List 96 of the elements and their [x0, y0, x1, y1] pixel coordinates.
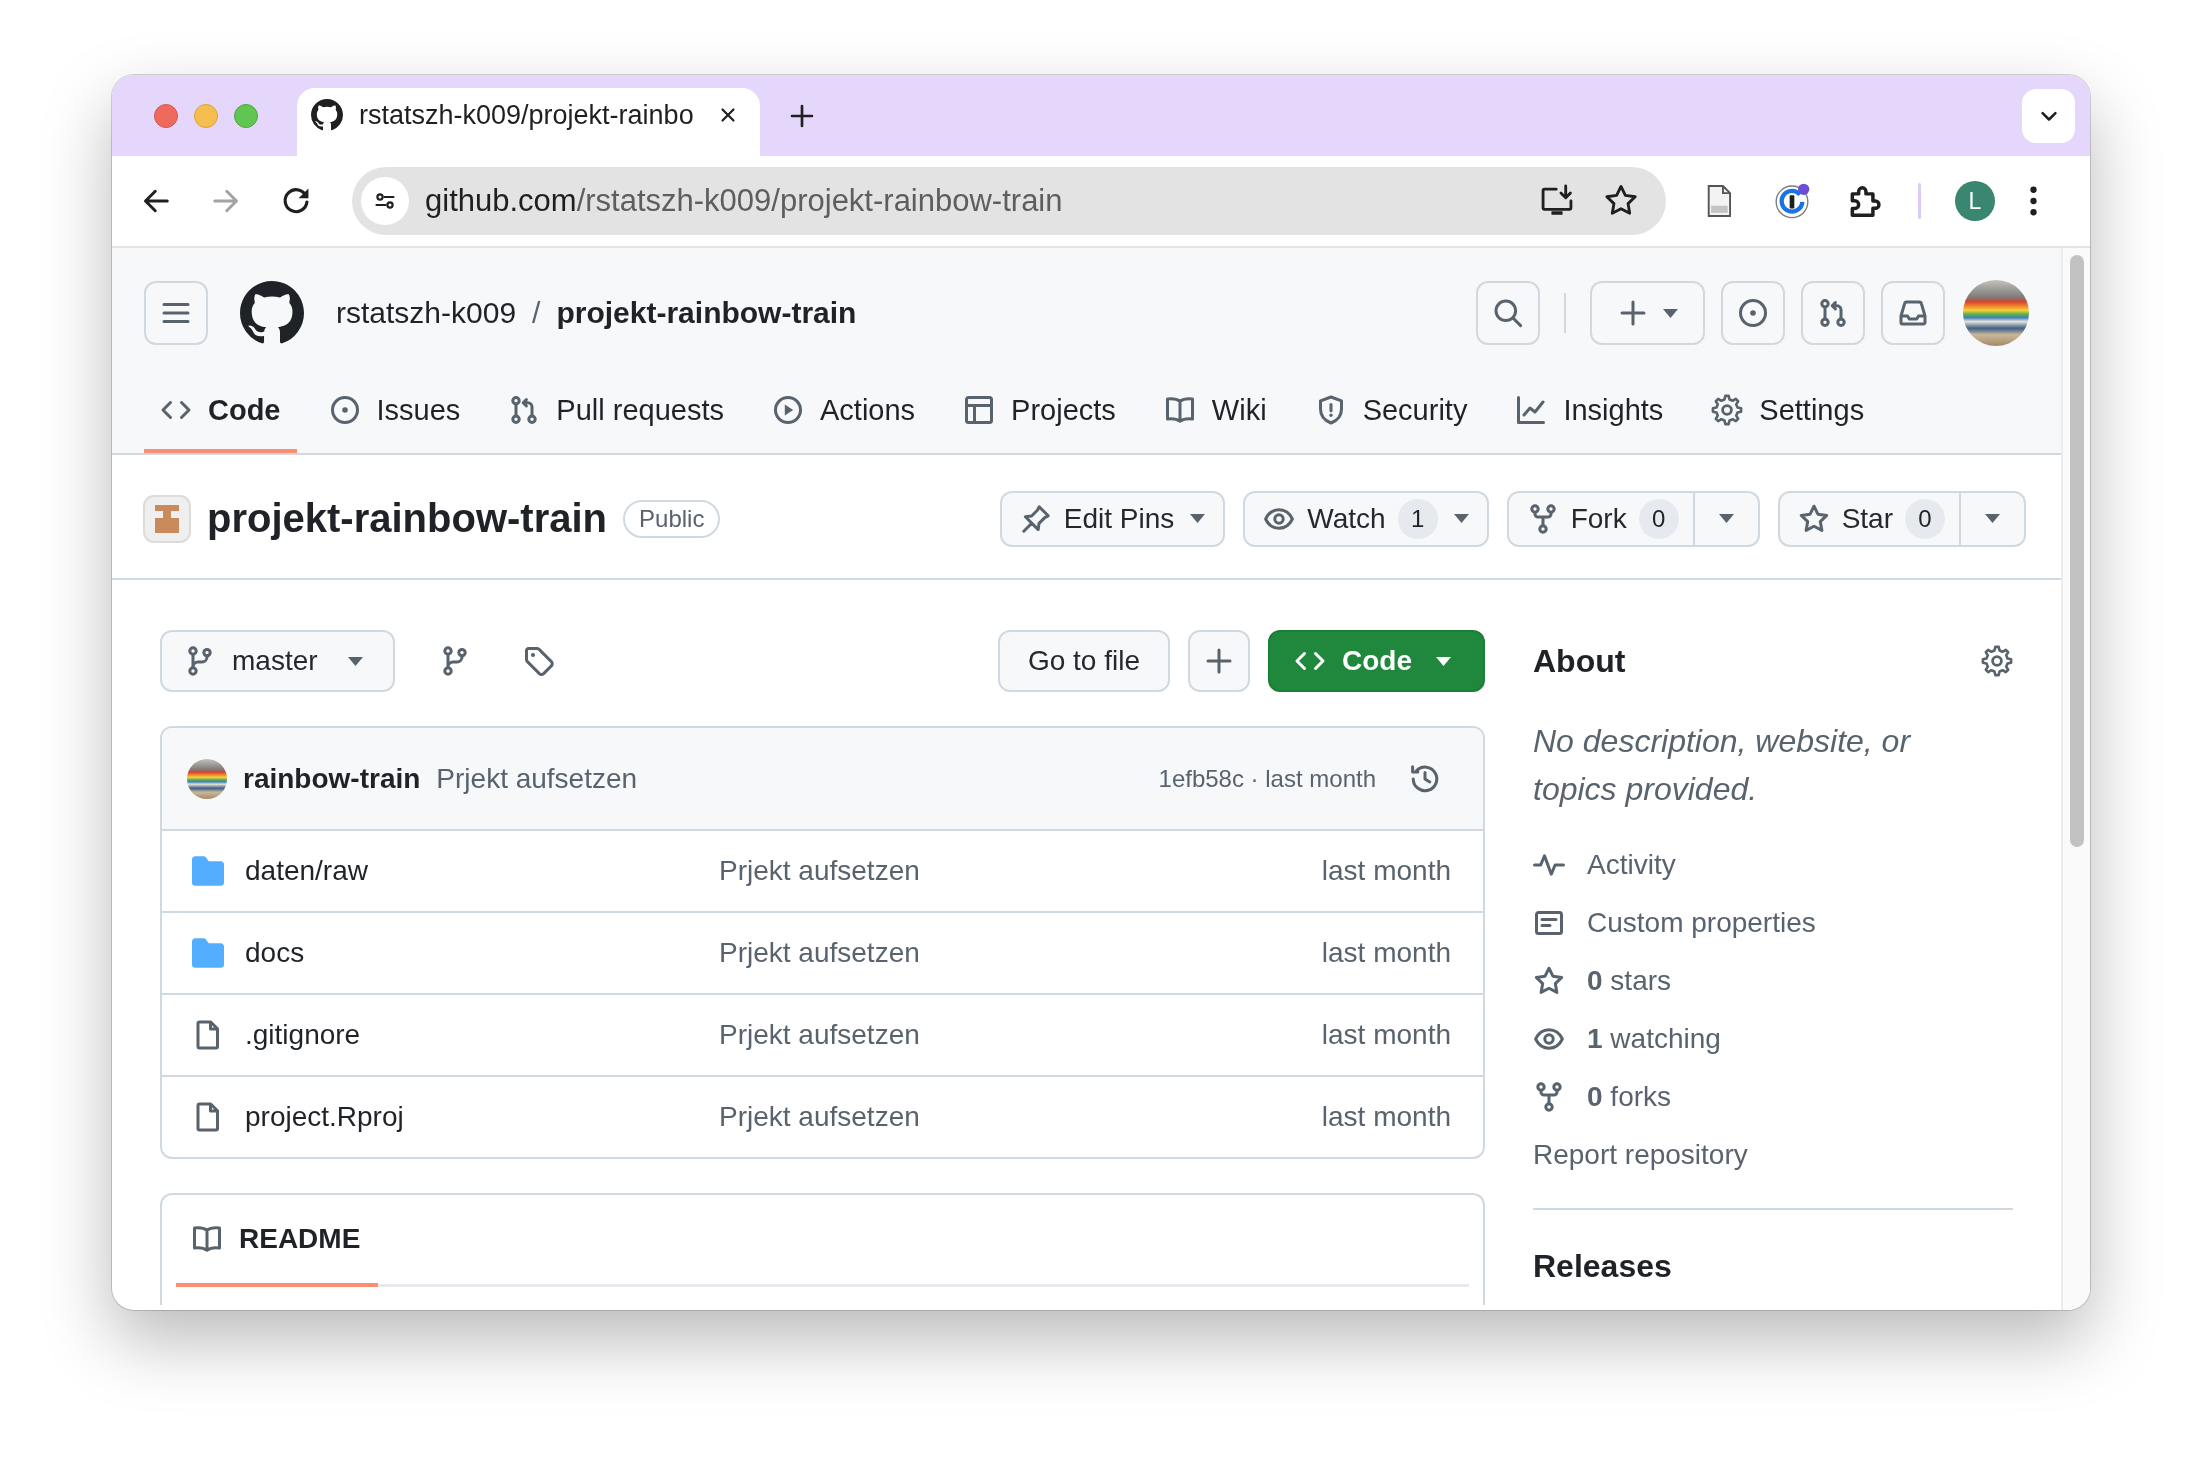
fork-icon [1533, 1081, 1565, 1113]
gear-icon [1711, 394, 1744, 426]
cat-logo-icon[interactable] [240, 281, 304, 345]
file-name[interactable]: docs [245, 937, 305, 969]
book-icon [1163, 394, 1196, 426]
counter-badge: 0 [1905, 498, 1945, 539]
repo-tab[interactable]: Projects [947, 363, 1132, 453]
caret-down-icon [1718, 514, 1734, 523]
fork-button[interactable]: Fork 0 [1506, 490, 1695, 547]
repo-link[interactable]: projekt-rainbow-train [556, 296, 857, 330]
file-name[interactable]: daten/raw [245, 855, 368, 887]
folder-icon [192, 856, 224, 886]
add-file-button[interactable] [1188, 630, 1250, 692]
readme-tab[interactable]: README [176, 1195, 379, 1287]
gear-icon[interactable] [1981, 645, 2013, 677]
url-text: github.com/rstatszh-k009/projekt-rainbow-train [425, 183, 1064, 219]
repo-tab[interactable]: Security [1298, 363, 1484, 453]
go-to-file-button[interactable]: Go to file [997, 630, 1170, 692]
caret-down-icon [1663, 308, 1678, 318]
table-icon [963, 394, 996, 426]
repo-tab[interactable]: Code [144, 363, 297, 453]
file-name[interactable]: project.Rproj [245, 1101, 404, 1133]
sidebar-link[interactable]: 1 watching [1533, 1010, 1721, 1068]
caret-down-icon [1190, 514, 1206, 523]
graph-icon [1515, 394, 1548, 426]
search-icon [1492, 297, 1524, 329]
path-separator: / [532, 296, 541, 330]
commit-date: last month [1321, 1101, 1451, 1133]
caret-down-icon [1436, 656, 1451, 666]
sidebar-link[interactable]: 0 forks [1533, 1068, 1672, 1126]
report-link[interactable]: Report repository [1533, 1126, 1748, 1184]
commit-message[interactable]: Prjekt aufsetzen [719, 937, 920, 969]
caret-down-icon [1985, 514, 2000, 523]
caret-down-icon [347, 656, 363, 666]
sidebar-link[interactable]: Activity [1533, 836, 1676, 894]
pin-icon [1019, 502, 1052, 535]
history-icon[interactable] [1409, 762, 1441, 795]
section-heading: About [1533, 642, 1626, 681]
section-heading: Releases [1533, 1247, 1673, 1286]
browser-tab[interactable]: rstatszh-k009/projekt-rainbo [297, 88, 760, 156]
commit-date: last month [1321, 937, 1451, 969]
more-menu-icon[interactable] [2029, 186, 2038, 216]
scrollbar-thumb[interactable] [2069, 255, 2084, 847]
issues-button[interactable] [1721, 281, 1785, 345]
close-window-button[interactable] [154, 103, 178, 128]
commit-date: last month [1321, 855, 1451, 887]
repo-tab[interactable]: Actions [756, 363, 932, 453]
sidebar-link[interactable]: Custom properties [1533, 894, 1816, 952]
book-icon [191, 1223, 223, 1255]
issue-icon [1737, 297, 1769, 329]
counter-badge: 1 [1397, 498, 1438, 539]
branch-select-button[interactable]: master [160, 630, 395, 692]
repo-description: No description, website, or topics provided. [1533, 722, 1912, 809]
address-bar[interactable]: github.com/rstatszh-k009/projekt-rainbow-train [352, 167, 1666, 235]
edit-pins-button[interactable]: Edit Pins [999, 490, 1226, 547]
inbox-button[interactable] [1881, 281, 1945, 345]
pull-requests-button[interactable] [1801, 281, 1865, 345]
search-button[interactable] [1476, 281, 1540, 345]
star-button[interactable]: Star 0 [1777, 490, 1961, 547]
commit-message[interactable]: Prjekt aufsetzen [719, 855, 920, 887]
file-name[interactable]: .gitignore [245, 1019, 361, 1051]
pulse-icon [1533, 854, 1565, 876]
repo-tab[interactable]: Issues [312, 363, 477, 453]
avatar-image[interactable] [187, 758, 227, 799]
watch-button[interactable]: Watch 1 [1243, 490, 1489, 547]
play-icon [772, 394, 804, 426]
visibility-badge: Public [623, 499, 721, 538]
profile-avatar[interactable]: L [1955, 181, 1995, 221]
tag-icon[interactable] [522, 645, 555, 677]
counter-badge: 0 [1638, 498, 1679, 539]
pull-request-icon [1817, 297, 1849, 329]
issue-icon [328, 394, 361, 426]
menu-button[interactable] [144, 281, 208, 345]
code-button[interactable]: Code [1268, 630, 1485, 692]
commit-hash-and-date[interactable]: 1efb58c · last month [1158, 764, 1376, 793]
commit-author[interactable]: rainbow-train [243, 762, 421, 795]
commit-message[interactable]: Prjekt aufsetzen [719, 1101, 920, 1133]
star-icon [1797, 502, 1830, 535]
cat-logo-icon [311, 99, 343, 131]
sidebar-link[interactable]: 0 stars [1533, 952, 1672, 1010]
create-button[interactable] [1590, 281, 1705, 345]
folder-icon [192, 938, 224, 968]
caret-down-icon [1453, 514, 1469, 523]
star-icon [1533, 965, 1565, 997]
repo-tab[interactable]: Pull requests [492, 363, 740, 453]
repo-title[interactable]: projekt-rainbow-train [207, 496, 608, 541]
repo-tab[interactable]: Settings [1695, 363, 1881, 453]
commit-message[interactable]: Prjekt aufsetzen [719, 1019, 920, 1051]
repo-tab[interactable]: Insights [1499, 363, 1680, 453]
repo-avatar-icon [143, 494, 191, 543]
commit-date: last month [1321, 1019, 1451, 1051]
owner-link[interactable]: rstatszh-k009 [336, 296, 517, 330]
site-settings-icon[interactable] [361, 177, 409, 225]
repo-tab[interactable]: Wiki [1147, 363, 1283, 453]
inbox-icon [1897, 297, 1929, 329]
commit-message[interactable]: Prjekt aufsetzen [436, 762, 638, 795]
